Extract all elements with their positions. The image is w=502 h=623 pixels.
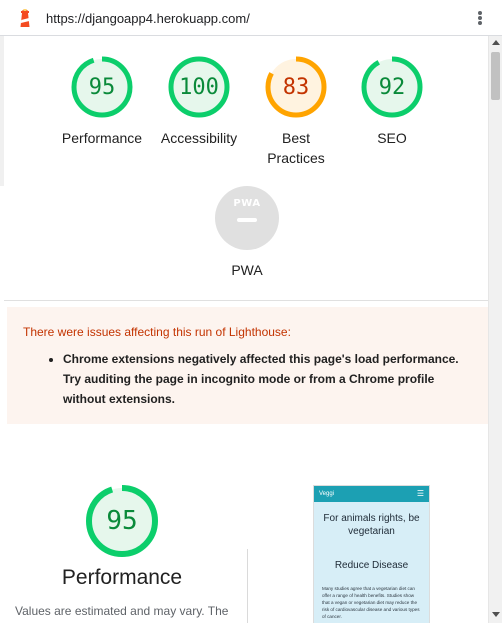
left-edge-rule — [0, 36, 4, 186]
thumbnail-brand: Veggi — [319, 491, 335, 497]
scroll-down-arrow-icon[interactable] — [492, 612, 500, 617]
gauge-score: 83 — [282, 74, 310, 100]
gauge-label: Accessibility — [160, 130, 238, 146]
gauge-label: Performance — [61, 130, 143, 146]
performance-title: Performance — [61, 566, 183, 589]
hamburger-icon: ☰ — [416, 489, 424, 498]
warning-list: Chrome extensions negatively affected th… — [23, 349, 472, 409]
kebab-menu-icon[interactable] — [474, 9, 486, 27]
pwa-badge-icon: PWA — [215, 186, 279, 250]
performance-note: Values are estimated and may vary. The — [15, 604, 229, 618]
vertical-divider — [247, 549, 248, 623]
performance-score: 95 — [106, 506, 138, 536]
gauge-label: SEO — [377, 130, 407, 146]
thumbnail-navbar: Veggi ☰ — [314, 486, 429, 502]
scroll-up-arrow-icon[interactable] — [492, 40, 500, 45]
vertical-scrollbar[interactable] — [488, 36, 502, 623]
gauge-label: Best Practices — [267, 130, 325, 166]
lighthouse-logo-icon — [20, 9, 30, 27]
url-bar: https://djangoapp4.herokuapp.com/ — [0, 0, 502, 36]
thumbnail-headline: For animals rights, be vegetarian — [323, 513, 420, 537]
page-url[interactable]: https://djangoapp4.herokuapp.com/ — [46, 11, 250, 26]
gauge-pwa[interactable]: PWA PWA — [197, 186, 297, 278]
scrollbar-thumb[interactable] — [491, 52, 500, 100]
warning-item: Chrome extensions negatively affected th… — [63, 349, 472, 409]
gauge-score: 92 — [378, 74, 406, 100]
warning-title: There were issues affecting this run of … — [23, 325, 291, 339]
page-screenshot-thumbnail[interactable]: Veggi ☰ For animals rights, be vegetaria… — [313, 485, 430, 623]
gauge-performance[interactable]: 95 Performance — [52, 54, 152, 148]
pwa-label: PWA — [231, 262, 263, 278]
thumbnail-subheading: Reduce Disease — [334, 560, 409, 571]
section-divider — [4, 300, 488, 301]
gauge-score: 100 — [179, 74, 219, 100]
performance-gauge-large[interactable]: 95 — [72, 483, 172, 559]
gauge-seo[interactable]: 92 SEO — [342, 54, 442, 148]
gauge-best-practices[interactable]: 83 Best Practices — [246, 54, 346, 168]
pwa-badge-text: PWA — [233, 198, 261, 209]
thumbnail-body: Many studies agree that a vegetarian die… — [322, 586, 420, 619]
lighthouse-report-window: https://djangoapp4.herokuapp.com/ 95 Per… — [0, 0, 502, 623]
warning-box: There were issues affecting this run of … — [7, 307, 488, 424]
gauge-accessibility[interactable]: 100 Accessibility — [149, 54, 249, 148]
gauge-score: 95 — [88, 74, 116, 100]
